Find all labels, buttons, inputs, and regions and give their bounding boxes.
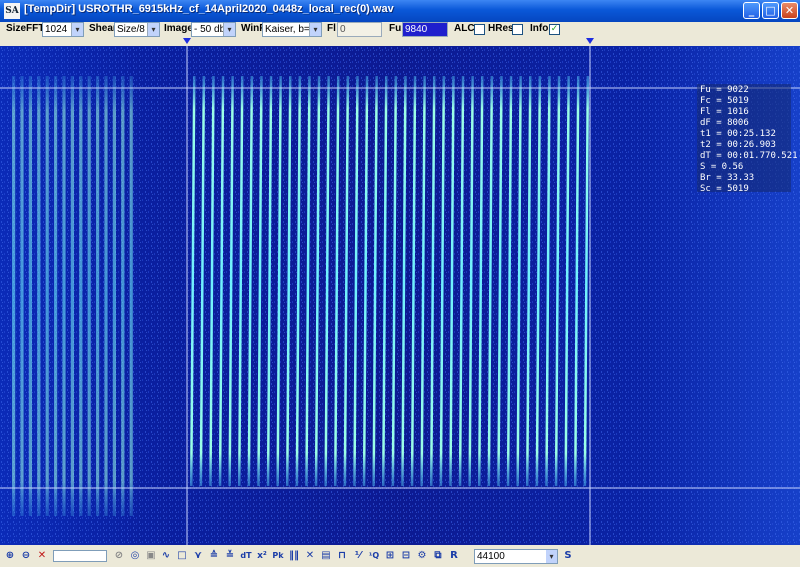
- alc-label: ALC: [454, 23, 475, 34]
- sizefft-select[interactable]: 1024 ▾: [42, 22, 84, 37]
- signal-burst: [96, 76, 100, 516]
- bottom-toolbar: ⊕ ⊖ ✕ ⊘ ◎ ▣ ∿ □ ⋎ ≙ ≚ dT x² Pk ‖‖ ✕ ▤ ⊓ …: [0, 547, 800, 567]
- cursor-marker-left-icon[interactable]: [183, 38, 191, 44]
- dt-icon[interactable]: dT: [240, 550, 252, 562]
- pulse-icon[interactable]: ⊓: [336, 550, 348, 562]
- x-icon[interactable]: ✕: [304, 550, 316, 562]
- info-panel: Fu = 9022 Fc = 5019 Fl = 1016 dF = 8006 …: [697, 84, 798, 194]
- stop-icon[interactable]: ⊘: [113, 550, 125, 562]
- info-checkbox[interactable]: ✓: [549, 24, 560, 35]
- chevron-down-icon[interactable]: ▾: [309, 23, 321, 36]
- signal-burst: [70, 76, 74, 516]
- signal-burst: [112, 76, 116, 516]
- info-t1: t1 = 00:25.132: [700, 129, 776, 139]
- one-q2-icon[interactable]: ¹Q: [368, 550, 380, 562]
- fu-field[interactable]: 9840: [402, 22, 448, 37]
- maximize-button[interactable]: □: [762, 2, 779, 19]
- fl-label: Fl: [327, 23, 336, 34]
- sizefft-value: 1024: [45, 24, 68, 35]
- square-icon[interactable]: □: [176, 550, 188, 562]
- compress-icon[interactable]: ≚: [224, 550, 236, 562]
- info-dt: dT = 00:01.770.521: [700, 151, 798, 161]
- info-s: S = 0.56: [700, 162, 744, 172]
- info-sc: Sc = 5019: [700, 184, 749, 194]
- zoom-out-icon[interactable]: ⊖: [20, 550, 32, 562]
- pk-icon[interactable]: Pk: [272, 550, 284, 562]
- shear-label: Shear: [89, 23, 117, 34]
- signal-burst: [20, 76, 24, 516]
- spectrogram-area[interactable]: Fu = 9022 Fc = 5019 Fl = 1016 dF = 8006 …: [0, 38, 800, 547]
- checkmark-icon: ✓: [550, 24, 559, 34]
- r-icon[interactable]: R: [448, 550, 460, 562]
- signal-burst: [12, 76, 16, 516]
- hres-label: HRes: [488, 23, 514, 34]
- winf-value: Kaiser, b=8: [265, 24, 316, 35]
- delete-icon[interactable]: ✕: [36, 550, 48, 562]
- copy-icon[interactable]: ⧉: [432, 550, 444, 562]
- position-box[interactable]: [53, 550, 107, 562]
- info-label: Info: [530, 23, 549, 34]
- chevron-down-icon[interactable]: ▾: [223, 23, 235, 36]
- chevron-down-icon[interactable]: ▾: [71, 23, 83, 36]
- image-label: Image: [164, 23, 193, 34]
- down-icon[interactable]: ⋎: [192, 550, 204, 562]
- signal-burst: [121, 76, 125, 516]
- shear-value: Size/8: [117, 24, 145, 35]
- close-button[interactable]: ✕: [781, 2, 798, 19]
- fu-label: Fu: [389, 23, 402, 34]
- record-icon[interactable]: ▣: [145, 550, 157, 562]
- image-value: - 50 db: [194, 24, 226, 35]
- fl-field[interactable]: 0: [337, 22, 382, 37]
- hres-checkbox[interactable]: [512, 24, 523, 35]
- sample-rate-select[interactable]: 44100 ▾: [474, 549, 558, 564]
- dual-icon[interactable]: ⊞: [384, 550, 396, 562]
- cursor-marker-right-icon[interactable]: [586, 38, 594, 44]
- grid-icon[interactable]: ▤: [320, 550, 332, 562]
- signal-burst: [62, 76, 66, 516]
- info-br: Br = 33.33: [700, 173, 755, 183]
- info-fu: Fu = 9022: [700, 85, 749, 95]
- dual2-icon[interactable]: ⊟: [400, 550, 412, 562]
- spectrogram-canvas[interactable]: [0, 46, 800, 545]
- gear-icon[interactable]: ⚙: [416, 550, 428, 562]
- zoom-in-icon[interactable]: ⊕: [4, 550, 16, 562]
- info-df: dF = 8006: [700, 118, 749, 128]
- sizefft-label: SizeFFT: [6, 23, 45, 34]
- info-fl: Fl = 1016: [700, 107, 749, 117]
- signal-burst: [104, 76, 108, 516]
- signal-burst: [28, 76, 32, 516]
- up-arrows-icon[interactable]: ≙: [208, 550, 220, 562]
- bars-icon[interactable]: ‖‖: [288, 550, 300, 562]
- chevron-down-icon[interactable]: ▾: [147, 23, 159, 36]
- app-icon[interactable]: SA: [4, 3, 20, 19]
- info-fc: Fc = 5019: [700, 96, 749, 106]
- winf-select[interactable]: Kaiser, b=8 ▾: [262, 22, 322, 37]
- one-q-icon[interactable]: ⅟: [352, 550, 364, 562]
- loop-icon[interactable]: ◎: [129, 550, 141, 562]
- top-toolbar: SizeFFT 1024 ▾ Shear Size/8 ▾ Image - 50…: [0, 22, 800, 38]
- window-title: [TempDir] USROTHR_6915kHz_cf_14April2020…: [24, 3, 394, 15]
- signal-burst: [129, 76, 133, 516]
- info-t2: t2 = 00:26.903: [700, 140, 776, 150]
- shear-select[interactable]: Size/8 ▾: [114, 22, 160, 37]
- x2-icon[interactable]: x²: [256, 550, 268, 562]
- spectrogram-noise: [0, 46, 800, 545]
- alc-checkbox[interactable]: [474, 24, 485, 35]
- chevron-down-icon[interactable]: ▾: [546, 550, 557, 563]
- wave-icon[interactable]: ∿: [160, 550, 172, 562]
- title-bar: SA [TempDir] USROTHR_6915kHz_cf_14April2…: [0, 0, 800, 22]
- signal-burst: [37, 76, 41, 516]
- signal-burst: [79, 76, 83, 516]
- s-button[interactable]: S: [562, 550, 574, 562]
- signal-burst: [87, 76, 91, 516]
- image-select[interactable]: - 50 db ▾: [191, 22, 236, 37]
- signal-burst: [54, 76, 58, 516]
- signal-burst: [45, 76, 49, 516]
- sample-rate-value: 44100: [477, 551, 505, 562]
- minimize-button[interactable]: _: [743, 2, 760, 19]
